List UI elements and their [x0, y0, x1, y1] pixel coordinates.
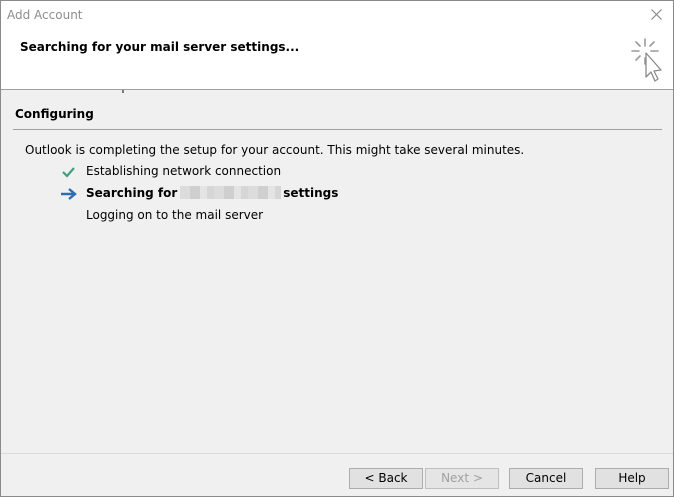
section-divider	[13, 129, 662, 130]
close-icon	[651, 9, 662, 20]
intro-text: Outlook is completing the setup for your…	[25, 143, 525, 157]
page-title: Searching for your mail server settings.…	[20, 40, 300, 54]
step-label: Logging on to the mail server	[86, 208, 264, 222]
close-button[interactable]	[639, 1, 673, 29]
progress-indicator	[122, 90, 124, 93]
step-label: Searching for settings	[86, 186, 338, 200]
redacted-server-name	[180, 186, 282, 199]
back-button[interactable]: < Back	[349, 468, 423, 489]
arrow-right-icon	[61, 188, 77, 200]
window-title: Add Account	[7, 8, 83, 22]
wizard-header: Searching for your mail server settings.…	[1, 29, 673, 90]
step-label-suffix: settings	[283, 186, 339, 200]
footer-divider	[1, 453, 673, 454]
wizard-cursor-icon	[631, 38, 662, 82]
step-label: Establishing network connection	[86, 164, 282, 178]
next-button[interactable]: Next >	[425, 468, 499, 489]
add-account-dialog: Add Account Searching for your mail serv…	[0, 0, 674, 497]
check-icon	[62, 167, 75, 178]
title-bar: Add Account	[1, 1, 673, 29]
step-label-prefix: Searching for	[86, 186, 178, 200]
cancel-button[interactable]: Cancel	[509, 468, 583, 489]
section-title: Configuring	[15, 107, 94, 121]
help-button[interactable]: Help	[595, 468, 669, 489]
